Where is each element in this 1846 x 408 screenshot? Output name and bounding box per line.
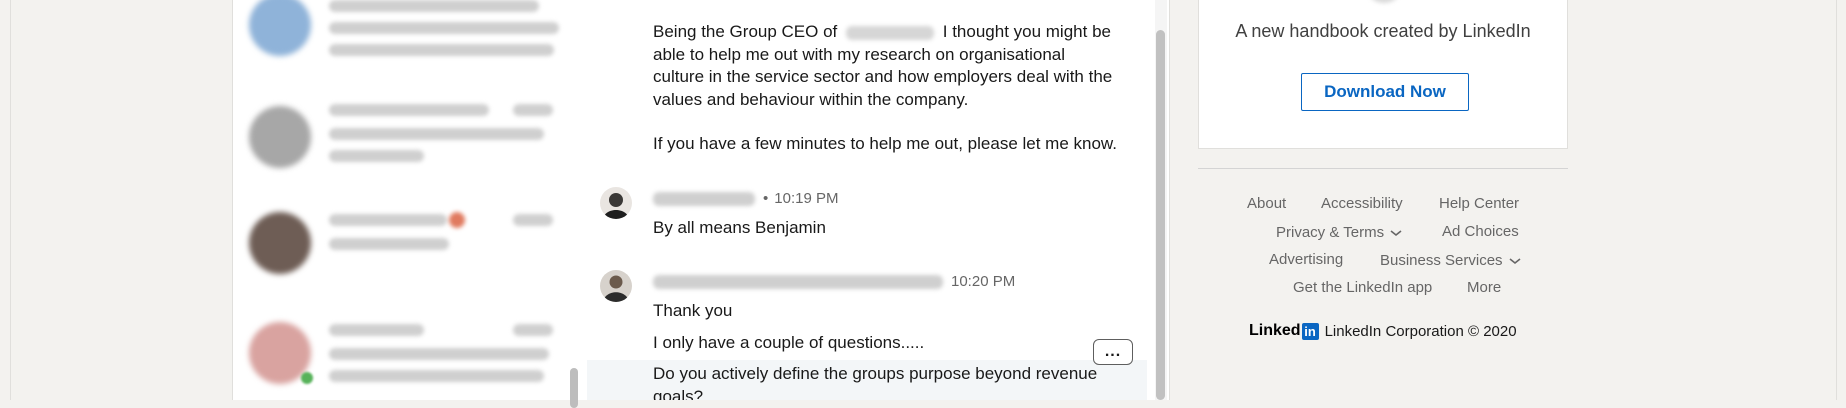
footer-link-privacy-terms[interactable]: Privacy & Terms <box>1276 224 1402 241</box>
blurred-snippet <box>329 238 449 250</box>
thread-scrollbar-thumb[interactable] <box>1156 30 1165 400</box>
footer-link-get-app[interactable]: Get the LinkedIn app <box>1293 279 1432 296</box>
intro-message: Being the Group CEO of I thought you mig… <box>653 21 1153 111</box>
online-status-icon <box>301 372 313 384</box>
linkedin-logo-icon: in <box>1301 322 1319 340</box>
page-left-edge <box>10 0 11 400</box>
conversation-item[interactable] <box>233 0 587 82</box>
blurred-time <box>513 104 553 116</box>
blurred-snippet <box>329 22 559 34</box>
footer-link-ad-choices[interactable]: Ad Choices <box>1442 223 1519 240</box>
rail-divider <box>1198 168 1568 169</box>
intro-line: values and behaviour within the company. <box>653 89 969 109</box>
blurred-snippet <box>329 44 554 56</box>
sender-meta: 10:20 PM <box>653 273 1015 290</box>
conversation-list[interactable] <box>232 0 588 400</box>
blurred-name <box>329 104 489 116</box>
avatar <box>249 0 311 56</box>
avatar <box>249 212 311 274</box>
chevron-down-icon <box>1390 229 1402 236</box>
ad-logo <box>1369 0 1399 3</box>
footer-link-about[interactable]: About <box>1247 195 1286 212</box>
ad-text: A new handbook created by LinkedIn <box>1235 21 1531 41</box>
footer-link-accessibility[interactable]: Accessibility <box>1321 195 1403 212</box>
message-thank-you: Thank you <box>653 301 733 320</box>
reply-message: By all means Benjamin <box>653 218 826 237</box>
footer-link-help-center[interactable]: Help Center <box>1439 195 1519 212</box>
sender-meta: • 10:19 PM <box>653 190 838 207</box>
avatar <box>249 106 311 168</box>
footer-brand: Linked in LinkedIn Corporation © 2020 <box>1249 322 1517 340</box>
blurred-snippet <box>329 150 424 162</box>
avatar[interactable] <box>600 270 632 302</box>
follow-up-message: If you have a few minutes to help me out… <box>653 134 1117 153</box>
message-time: 10:20 PM <box>951 273 1016 290</box>
emoji-icon <box>449 212 465 228</box>
conversation-item[interactable] <box>233 90 587 198</box>
ad-card: A new handbook created by LinkedIn Downl… <box>1198 0 1568 149</box>
conversation-item[interactable] <box>233 200 587 308</box>
message-thread: Being the Group CEO of I thought you mig… <box>587 0 1170 400</box>
footer-link-advertising[interactable]: Advertising <box>1269 251 1343 268</box>
chevron-down-icon <box>1509 257 1521 264</box>
message-questions: I only have a couple of questions..... <box>653 333 925 352</box>
message-purpose: Do you actively define the groups purpos… <box>653 364 1098 400</box>
copyright-text: LinkedIn Corporation © 2020 <box>1324 322 1517 340</box>
blurred-snippet <box>329 128 544 140</box>
more-options-button[interactable]: ... <box>1093 339 1133 365</box>
blurred-name <box>329 324 424 336</box>
intro-line: culture in the service sector and how em… <box>653 67 1113 86</box>
blurred-time <box>513 214 553 226</box>
blurred-sender-name[interactable] <box>653 191 755 206</box>
conversation-item[interactable] <box>233 310 587 400</box>
conversation-list-scrollbar[interactable] <box>570 368 578 408</box>
blurred-name <box>329 214 447 226</box>
blurred-snippet <box>329 348 549 360</box>
message-time: 10:19 PM <box>774 190 839 207</box>
download-now-button[interactable]: Download Now <box>1301 73 1469 111</box>
blurred-sender-name[interactable] <box>653 274 943 289</box>
blurred-company <box>846 25 935 40</box>
footer-link-business-services[interactable]: Business Services <box>1380 252 1521 269</box>
blurred-snippet <box>329 370 544 382</box>
intro-text-after: I thought you might be <box>942 22 1111 41</box>
avatar[interactable] <box>600 187 632 219</box>
intro-text-before: Being the Group CEO of <box>653 22 838 41</box>
blurred-name <box>329 0 539 12</box>
page-right-edge <box>1836 0 1837 400</box>
linkedin-logo-word: Linked <box>1249 322 1301 339</box>
intro-line: able to help me out with my research on … <box>653 44 1066 64</box>
blurred-time <box>513 324 553 336</box>
footer-link-more[interactable]: More <box>1467 279 1501 296</box>
